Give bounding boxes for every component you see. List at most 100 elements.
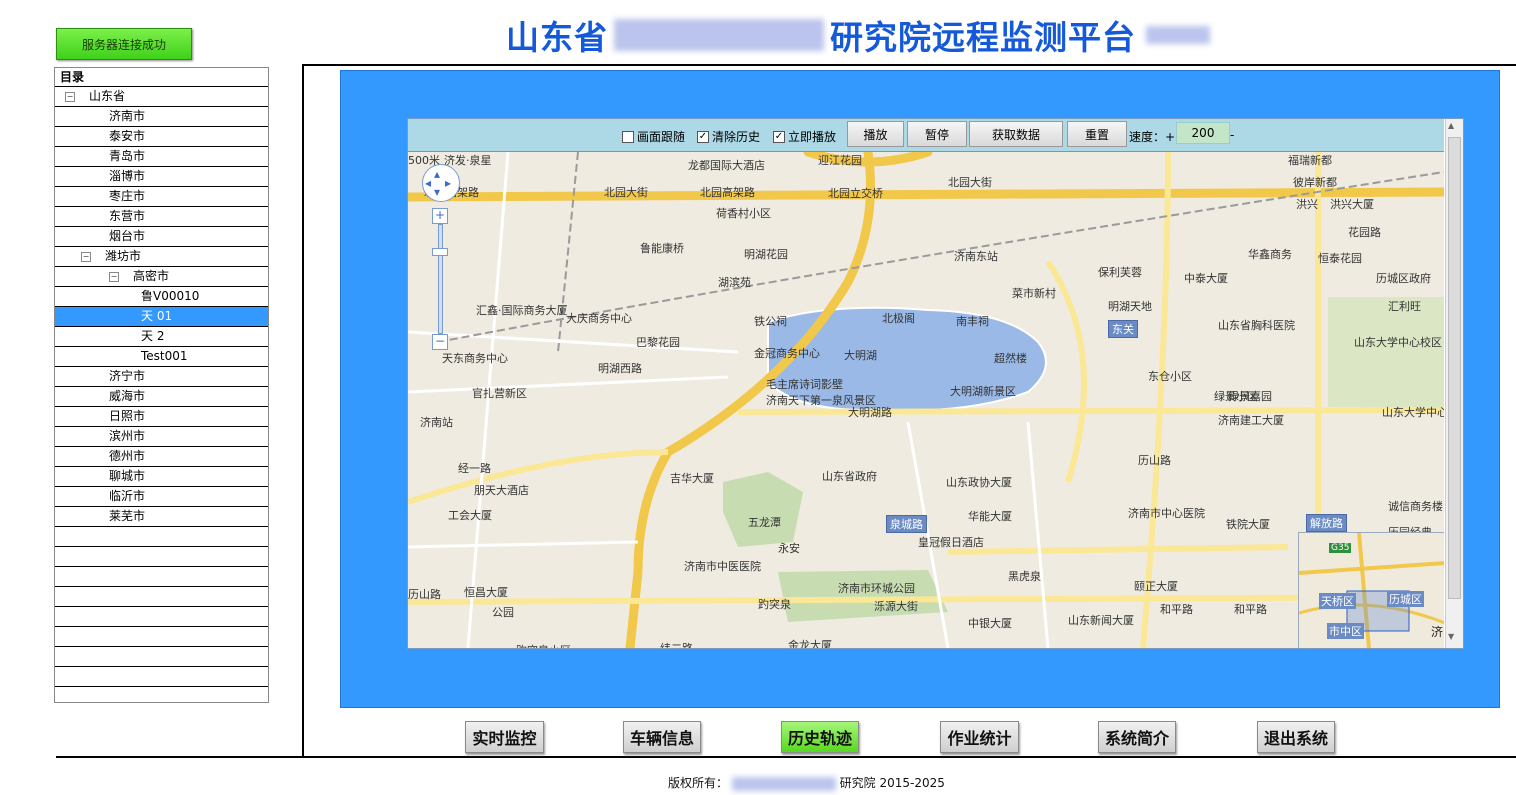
map-label: 经一路 <box>458 462 491 475</box>
collapse-icon[interactable]: − <box>109 271 119 282</box>
footer-divider <box>56 756 1516 758</box>
tree-empty-row <box>55 587 268 607</box>
nav-realtime-button[interactable]: 实时监控 <box>465 721 544 753</box>
pan-left-icon[interactable]: ◂ <box>425 176 431 190</box>
reset-button[interactable]: 重置 <box>1067 121 1127 147</box>
tree-row-label: 德州市 <box>109 449 146 463</box>
nav-stats-button[interactable]: 作业统计 <box>940 721 1019 753</box>
tree-row[interactable]: − 潍坊市 <box>55 247 268 267</box>
tree-empty-row <box>55 527 268 547</box>
map-label: 山东新闻大厦 <box>1068 614 1134 627</box>
map-label: 颐正大厦 <box>1134 580 1178 593</box>
instant-play-checkbox[interactable]: ✓ 立即播放 <box>773 128 836 145</box>
nav-intro-button[interactable]: 系统简介 <box>1098 721 1176 753</box>
map-label: 北园立交桥 <box>828 187 883 200</box>
zoom-slider-track[interactable] <box>438 224 443 334</box>
map-label: 吉华大厦 <box>670 472 714 485</box>
overview-map[interactable]: G35 天桥区 历城区 市中区 济 <box>1298 532 1444 648</box>
campus-shape <box>1328 297 1444 407</box>
map-label: 华鑫商务 <box>1248 248 1292 261</box>
title-redaction-2 <box>1146 26 1210 44</box>
tree-row[interactable]: 济南市 <box>55 107 268 127</box>
tree-row[interactable]: 青岛市 <box>55 147 268 167</box>
clear-history-checkbox[interactable]: ✓ 清除历史 <box>697 128 760 145</box>
tree-row[interactable]: 临沂市 <box>55 487 268 507</box>
tree-row[interactable]: 天 01 <box>55 307 268 327</box>
play-button[interactable]: 播放 <box>847 121 904 147</box>
tree-row[interactable]: − 山东省 <box>55 87 268 107</box>
tree-row[interactable]: Test001 <box>55 347 268 367</box>
tree-row[interactable]: 鲁V00010 <box>55 287 268 307</box>
map-label: 汇利旺 <box>1388 300 1421 313</box>
tree-row[interactable]: 聊城市 <box>55 467 268 487</box>
tree-row[interactable]: 德州市 <box>55 447 268 467</box>
map-pan-control[interactable]: ▴ ▾ ◂ ▸ <box>422 164 460 202</box>
tree-row-label: 日照市 <box>109 409 146 423</box>
nav-history-button[interactable]: 历史轨迹 <box>781 721 859 753</box>
speed-input[interactable]: 200 <box>1176 122 1230 144</box>
map-label: 北园高架路 <box>700 186 755 199</box>
collapse-icon[interactable]: − <box>65 91 75 102</box>
tree-row[interactable]: 淄博市 <box>55 167 268 187</box>
tree-row[interactable]: 滨州市 <box>55 427 268 447</box>
map-label: 山东大学中心校区 <box>1382 406 1444 419</box>
map-label: 山东政协大厦 <box>946 476 1012 489</box>
map-label: 工会大厦 <box>448 509 492 522</box>
map-label: 大庆商务中心 <box>566 312 632 325</box>
clear-history-box[interactable]: ✓ <box>697 130 709 143</box>
map-label: 济南建工大厦 <box>1218 414 1284 427</box>
map-label: 洪兴 <box>1296 198 1318 211</box>
map-label: 黑虎泉 <box>1008 570 1041 583</box>
map-label: 汇鑫·国际商务大厦 <box>476 304 568 317</box>
pause-button[interactable]: 暂停 <box>907 121 967 147</box>
map-label: 巴黎花园 <box>636 336 680 349</box>
map-label: 东仓小区 <box>1148 370 1192 383</box>
nav-vehicle-button[interactable]: 车辆信息 <box>623 721 701 753</box>
tree-row[interactable]: 济宁市 <box>55 367 268 387</box>
scroll-thumb[interactable] <box>1448 137 1461 599</box>
map-label: 趵突泉 <box>758 598 791 611</box>
map-label: 福瑞新都 <box>1288 154 1332 167</box>
map-label: 大明湖新景区 <box>950 385 1016 398</box>
instant-play-box[interactable]: ✓ <box>773 130 785 143</box>
tree-row[interactable]: 枣庄市 <box>55 187 268 207</box>
overview-label: G35 <box>1329 543 1352 553</box>
tree-row[interactable]: 烟台市 <box>55 227 268 247</box>
nav-exit-button[interactable]: 退出系统 <box>1257 721 1335 753</box>
map-label: 超然楼 <box>994 352 1027 365</box>
pan-right-icon[interactable]: ▸ <box>445 176 451 190</box>
zoom-out-button[interactable]: − <box>432 334 448 350</box>
tree-row-label: 青岛市 <box>109 149 146 163</box>
tree-row[interactable]: 威海市 <box>55 387 268 407</box>
follow-checkbox[interactable]: 画面跟随 <box>622 128 685 145</box>
pan-up-icon[interactable]: ▴ <box>434 167 440 181</box>
title-prefix: 山东省 <box>506 18 608 57</box>
tree-row[interactable]: 天 2 <box>55 327 268 347</box>
scroll-up-icon[interactable]: ▲ <box>1448 121 1454 130</box>
map-label: 恒泰花园 <box>1318 252 1362 265</box>
zoom-slider-handle[interactable] <box>432 248 448 256</box>
map-label: 历城区政府 <box>1376 272 1431 285</box>
tree-row[interactable]: − 高密市 <box>55 267 268 287</box>
tree-row-label: 潍坊市 <box>105 249 142 263</box>
tree-rows: − 山东省 济南市 泰安市青岛市淄博市 枣庄市 东营市 烟台市 − 潍坊市 − 高密市 鲁V00010… <box>55 87 268 687</box>
tree-row[interactable]: 莱芜市 <box>55 507 268 527</box>
follow-box[interactable] <box>622 130 634 143</box>
header-divider <box>304 64 1516 66</box>
fetch-data-button[interactable]: 获取数据 <box>969 121 1063 147</box>
tree-row-label: 济宁市 <box>109 369 146 383</box>
tree-row[interactable]: 日照市 <box>55 407 268 427</box>
tree-row[interactable]: 泰安市 <box>55 127 268 147</box>
pan-down-icon[interactable]: ▾ <box>434 185 440 199</box>
map-scrollbar[interactable]: ▲ ▼ <box>1445 119 1463 648</box>
zoom-in-button[interactable]: + <box>432 208 448 224</box>
speed-minus[interactable]: - <box>1230 128 1234 142</box>
server-status-button[interactable]: 服务器连接成功 <box>56 28 192 60</box>
tree-row-label: 聊城市 <box>109 469 146 483</box>
scroll-down-icon[interactable]: ▼ <box>1448 632 1454 641</box>
map-canvas[interactable]: 济发·泉星龙都国际大酒店迎江花园福瑞新都北园高架路北园大街北园高架路北园立交桥北… <box>408 152 1444 648</box>
tree-row[interactable]: 东营市 <box>55 207 268 227</box>
map-label: 洪兴大厦 <box>1330 198 1374 211</box>
collapse-icon[interactable]: − <box>81 251 91 262</box>
tree-row-label: 天 01 <box>141 309 173 323</box>
